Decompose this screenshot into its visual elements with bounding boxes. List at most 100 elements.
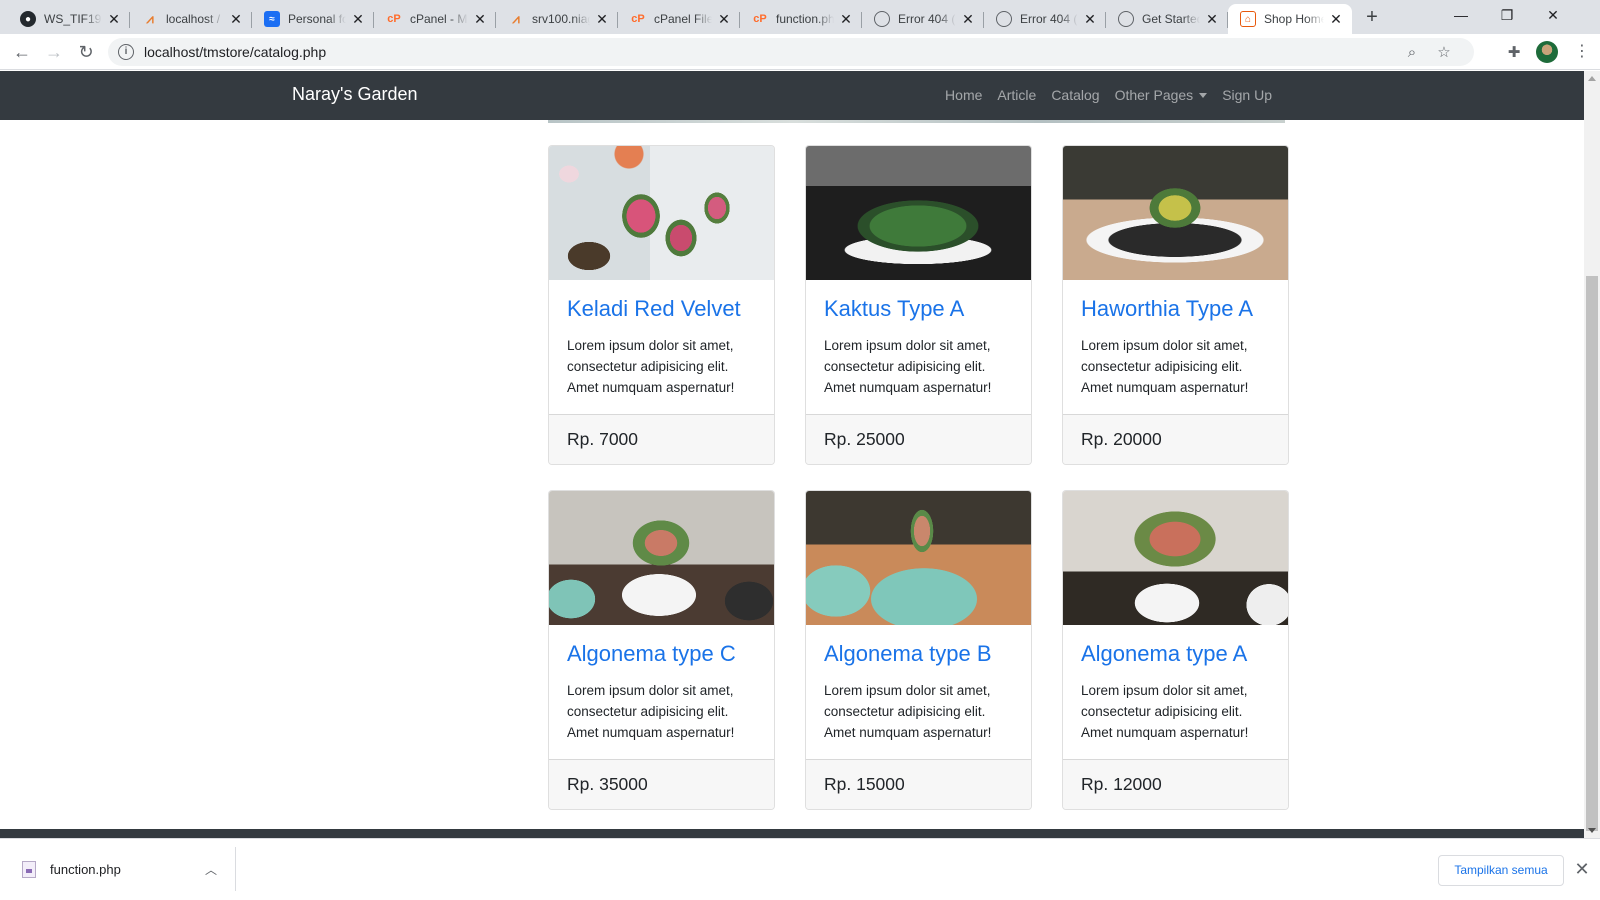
product-title[interactable]: Algonema type C — [567, 641, 736, 667]
globe-icon — [874, 11, 890, 27]
browser-tab[interactable]: Error 404 ( ✕ — [984, 4, 1106, 34]
close-icon[interactable]: ✕ — [472, 11, 488, 27]
cpanel-icon: cP — [753, 13, 767, 25]
cpanel-icon: cP — [387, 13, 401, 25]
product-image[interactable] — [806, 146, 1031, 280]
product-image[interactable] — [549, 491, 774, 625]
tab-title: localhost / — [166, 12, 221, 26]
close-icon[interactable]: ✕ — [1572, 857, 1592, 881]
scrollbar-thumb[interactable] — [1586, 276, 1598, 831]
bookmark-star-icon[interactable]: ☆ — [1430, 38, 1458, 66]
product-image[interactable] — [1063, 491, 1288, 625]
extensions-icon[interactable]: ✚ — [1500, 38, 1528, 66]
site-info-icon[interactable]: i — [118, 44, 134, 60]
browser-tab[interactable]: Error 404 ( ✕ — [862, 4, 984, 34]
tab-title: Get Started — [1142, 12, 1200, 26]
show-all-button[interactable]: Tampilkan semua — [1438, 855, 1564, 886]
browser-tab[interactable]: cP cPanel File ✕ — [618, 4, 740, 34]
product-description: Lorem ipsum dolor sit amet, consectetur … — [1081, 338, 1249, 395]
nav-other-pages-label: Other Pages — [1114, 87, 1194, 103]
card-footer: Rp. 12000 — [1063, 759, 1288, 809]
nav-article[interactable]: Article — [997, 87, 1036, 103]
nav-home[interactable]: Home — [945, 87, 982, 103]
card-footer: Rp. 15000 — [806, 759, 1031, 809]
nav-catalog[interactable]: Catalog — [1051, 87, 1099, 103]
download-bar: function.php ︿ Tampilkan semua ✕ — [0, 838, 1600, 900]
scroll-up-icon[interactable] — [1588, 76, 1596, 81]
product-title[interactable]: Haworthia Type A — [1081, 296, 1253, 322]
product-price: Rp. 35000 — [567, 774, 648, 794]
browser-tab[interactable]: cP function.ph ✕ — [740, 4, 862, 34]
product-image[interactable] — [806, 491, 1031, 625]
browser-tab[interactable]: cP cPanel - Ma ✕ — [374, 4, 496, 34]
product-price: Rp. 20000 — [1081, 429, 1162, 449]
forward-button[interactable]: → — [40, 38, 68, 66]
globe-icon — [996, 11, 1012, 27]
close-icon[interactable]: ✕ — [594, 11, 610, 27]
tab-title: cPanel File — [654, 12, 712, 26]
reload-button[interactable]: ↻ — [72, 38, 100, 66]
new-tab-button[interactable]: + — [1360, 6, 1384, 30]
restore-button[interactable]: ❐ — [1484, 0, 1530, 30]
chevron-up-icon[interactable]: ︿ — [201, 861, 221, 878]
browser-tab-active[interactable]: ⌂ Shop Home ✕ — [1228, 4, 1352, 34]
product-title[interactable]: Algonema type B — [824, 641, 992, 667]
site-footer — [0, 829, 1584, 838]
close-icon[interactable]: ✕ — [1204, 11, 1220, 27]
browser-tab[interactable]: ⩘ localhost / ✕ — [130, 4, 252, 34]
tab-title: function.ph — [776, 12, 834, 26]
card-footer: Rp. 35000 — [549, 759, 774, 809]
product-price: Rp. 15000 — [824, 774, 905, 794]
close-icon[interactable]: ✕ — [1328, 11, 1344, 27]
close-icon[interactable]: ✕ — [716, 11, 732, 27]
product-title[interactable]: Keladi Red Velvet — [567, 296, 741, 322]
browser-tab[interactable]: Get Started ✕ — [1106, 4, 1228, 34]
minimize-button[interactable]: — — [1438, 0, 1484, 30]
window-close-button[interactable]: ✕ — [1530, 0, 1576, 30]
close-icon[interactable]: ✕ — [960, 11, 976, 27]
nav-other-pages[interactable]: Other Pages — [1115, 87, 1208, 103]
nav-signup[interactable]: Sign Up — [1222, 87, 1272, 103]
site-brand[interactable]: Naray's Garden — [292, 84, 418, 105]
tab-title: Error 404 ( — [898, 12, 956, 26]
close-icon[interactable]: ✕ — [350, 11, 366, 27]
tab-title: Shop Home — [1264, 12, 1324, 26]
product-price: Rp. 25000 — [824, 429, 905, 449]
tab-title: WS_TIF19B — [44, 12, 102, 26]
product-card: Algonema type A Lorem ipsum dolor sit am… — [1062, 490, 1289, 810]
address-bar[interactable]: i localhost/tmstore/catalog.php ⌕ ☆ — [108, 38, 1474, 66]
close-icon[interactable]: ✕ — [106, 11, 122, 27]
tab-title: cPanel - Ma — [410, 12, 468, 26]
product-card: Kaktus Type A Lorem ipsum dolor sit amet… — [805, 145, 1032, 465]
page-viewport: Naray's Garden Home Article Catalog Othe… — [0, 71, 1584, 838]
product-card: Haworthia Type A Lorem ipsum dolor sit a… — [1062, 145, 1289, 465]
browser-tab[interactable]: ≈ Personal fo ✕ — [252, 4, 374, 34]
scroll-down-icon[interactable] — [1588, 828, 1596, 833]
product-card: Algonema type B Lorem ipsum dolor sit am… — [805, 490, 1032, 810]
dropdown-caret-icon — [1199, 93, 1208, 98]
browser-menu-icon[interactable]: ⋮ — [1570, 40, 1594, 64]
zoom-icon[interactable]: ⌕ — [1398, 38, 1426, 66]
page-scrollbar[interactable] — [1584, 71, 1600, 838]
product-description: Lorem ipsum dolor sit amet, consectetur … — [824, 338, 992, 395]
product-description: Lorem ipsum dolor sit amet, consectetur … — [567, 338, 735, 395]
phpmyadmin-icon: ⩘ — [512, 11, 520, 26]
close-icon[interactable]: ✕ — [228, 11, 244, 27]
close-icon[interactable]: ✕ — [1082, 11, 1098, 27]
browser-toolbar: ← → ↻ i localhost/tmstore/catalog.php ⌕ … — [0, 34, 1600, 70]
browser-tab[interactable]: ⩘ srv100.niag ✕ — [496, 4, 618, 34]
download-item[interactable]: function.php ︿ — [16, 847, 236, 891]
profile-avatar[interactable] — [1536, 41, 1558, 63]
close-icon[interactable]: ✕ — [838, 11, 854, 27]
product-title[interactable]: Kaktus Type A — [824, 296, 964, 322]
card-footer: Rp. 7000 — [549, 414, 774, 464]
back-button[interactable]: ← — [8, 38, 36, 66]
product-card: Algonema type C Lorem ipsum dolor sit am… — [548, 490, 775, 810]
browser-tab[interactable]: ● WS_TIF19B ✕ — [8, 4, 130, 34]
product-image[interactable] — [1063, 146, 1288, 280]
tab-title: srv100.niag — [532, 12, 590, 26]
product-title[interactable]: Algonema type A — [1081, 641, 1247, 667]
globe-icon — [1118, 11, 1134, 27]
product-image[interactable] — [549, 146, 774, 280]
card-footer: Rp. 25000 — [806, 414, 1031, 464]
